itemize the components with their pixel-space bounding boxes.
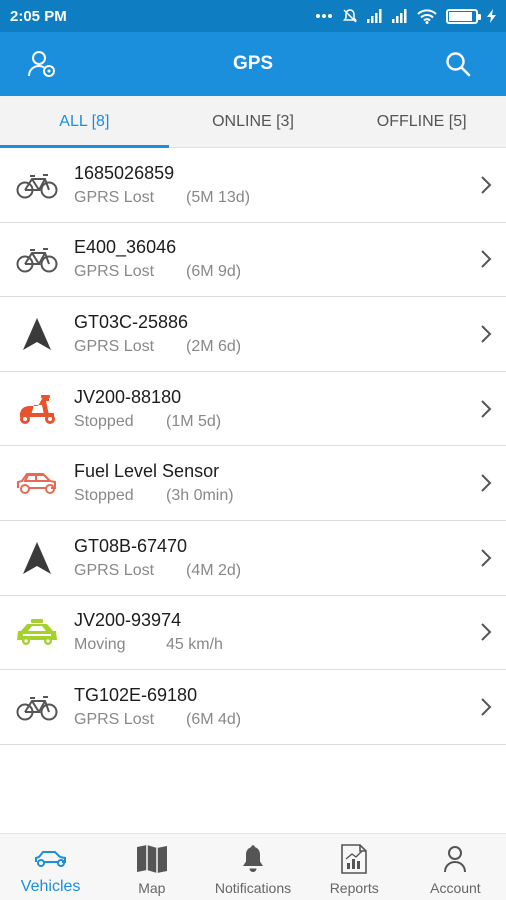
vehicle-name: E400_36046 [74, 237, 177, 258]
search-button[interactable] [440, 46, 476, 82]
vehicle-status-detail: (6M 4d) [186, 710, 242, 728]
user-location-icon [28, 51, 55, 77]
signal-icon [367, 9, 382, 23]
vehicle-name: JV200-93974 [74, 610, 182, 631]
vehicle-row[interactable]: Fuel Level Sensor Stopped (3h 0min) [0, 446, 506, 521]
nav-label: Reports [329, 880, 379, 896]
chevron-right-icon [466, 399, 506, 419]
car-icon [34, 844, 68, 874]
tab-offline[interactable]: OFFLINE [5] [337, 96, 506, 147]
vehicle-row[interactable]: TG102E-69180 GPRS Lost (6M 4d) [0, 670, 506, 745]
vehicle-status-detail: (2M 6d) [186, 337, 242, 355]
chevron-right-icon [466, 548, 506, 568]
navigation-arrow-icon [0, 521, 74, 595]
scooter-icon [0, 372, 74, 446]
nav-vehicles[interactable]: Vehicles [0, 834, 101, 900]
taxi-icon [0, 595, 74, 669]
vehicle-list: 1685026859 GPRS Lost (5M 13d) E400_36046… [0, 148, 506, 745]
vehicle-row[interactable]: E400_36046 GPRS Lost (6M 9d) [0, 223, 506, 298]
silent-icon [343, 9, 357, 23]
vehicle-name: GT08B-67470 [74, 535, 188, 556]
map-icon [136, 844, 168, 874]
vehicle-status: Stopped [74, 487, 134, 505]
nav-map[interactable]: Map [101, 834, 202, 900]
vehicle-status: Moving [74, 636, 126, 654]
tab-online[interactable]: ONLINE [3] [169, 96, 338, 147]
vehicle-status: GPRS Lost [74, 188, 155, 206]
search-icon [446, 52, 471, 77]
vehicle-row[interactable]: GT08B-67470 GPRS Lost (4M 2d) [0, 521, 506, 596]
vehicle-status-detail: 45 km/h [166, 636, 223, 654]
bicycle-icon [0, 670, 74, 744]
vehicle-status: Stopped [74, 412, 134, 430]
bell-icon [241, 844, 265, 874]
nav-notifications[interactable]: Notifications [202, 834, 303, 900]
chevron-right-icon [466, 175, 506, 195]
chevron-right-icon [466, 324, 506, 344]
vehicle-row[interactable]: JV200-88180 Stopped (1M 5d) [0, 372, 506, 447]
battery-icon [446, 8, 481, 24]
tab-all[interactable]: ALL [8] [0, 96, 169, 148]
page-title: GPS [232, 53, 274, 74]
nav-label: Account [430, 880, 481, 896]
bicycle-icon [0, 148, 74, 222]
vehicle-name: Fuel Level Sensor [74, 461, 220, 482]
chevron-right-icon [466, 473, 506, 493]
status-bar: 2:05 PM [0, 0, 506, 32]
bottom-nav: Vehicles Map Notifications Reports Accou… [0, 833, 506, 900]
status-time: 2:05 PM [10, 7, 67, 25]
person-icon [443, 844, 467, 874]
vehicle-row[interactable]: 1685026859 GPRS Lost (5M 13d) [0, 148, 506, 223]
vehicle-status: GPRS Lost [74, 561, 155, 579]
nav-account[interactable]: Account [405, 834, 506, 900]
dots-icon [316, 14, 332, 18]
filter-tabs: ALL [8] ONLINE [3] OFFLINE [5] [0, 96, 506, 148]
user-location-button[interactable] [24, 46, 60, 82]
nav-reports[interactable]: Reports [304, 834, 405, 900]
vehicle-row[interactable]: GT03C-25886 GPRS Lost (2M 6d) [0, 297, 506, 372]
wifi-icon [417, 8, 437, 24]
nav-label: Vehicles [20, 878, 81, 895]
vehicle-name: 1685026859 [74, 162, 175, 183]
signal-icon [392, 9, 407, 23]
nav-label: Map [138, 880, 166, 896]
chevron-right-icon [466, 622, 506, 642]
vehicle-status: GPRS Lost [74, 263, 155, 281]
vehicle-status-detail: (6M 9d) [186, 263, 242, 281]
navigation-arrow-icon [0, 297, 74, 371]
app-bar: GPS [0, 32, 506, 96]
vehicle-row[interactable]: JV200-93974 Moving 45 km/h [0, 596, 506, 671]
bicycle-icon [0, 222, 74, 296]
vehicle-status-detail: (4M 2d) [186, 561, 242, 579]
charging-icon [487, 9, 496, 23]
vehicle-status-detail: (5M 13d) [186, 188, 251, 206]
chevron-right-icon [466, 249, 506, 269]
vehicle-status-detail: (3h 0min) [166, 487, 234, 505]
chevron-right-icon [466, 697, 506, 717]
vehicle-name: GT03C-25886 [74, 311, 189, 332]
chart-report-icon [340, 844, 368, 874]
car-icon [0, 446, 74, 520]
status-icons [315, 8, 496, 24]
vehicle-status: GPRS Lost [74, 337, 155, 355]
vehicle-status: GPRS Lost [74, 710, 155, 728]
vehicle-name: TG102E-69180 [74, 684, 198, 705]
vehicle-status-detail: (1M 5d) [166, 412, 222, 430]
nav-label: Notifications [214, 880, 292, 896]
vehicle-name: JV200-88180 [74, 386, 182, 407]
